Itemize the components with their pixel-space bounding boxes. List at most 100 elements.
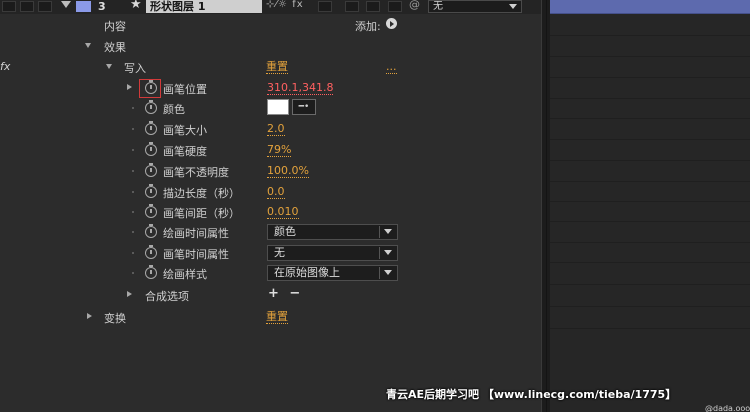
row-contents[interactable]: 内容 添加: [0,15,541,36]
frame-blend-switch[interactable] [388,1,402,12]
row-brush-size[interactable]: 画笔大小 2.0 [0,119,541,140]
brush-time-properties-label: 画笔时间属性 [163,248,229,261]
fx-icon[interactable]: fx [0,60,10,73]
add-menu-icon[interactable] [386,18,397,29]
add-label[interactable]: 添加: [355,18,381,34]
timeline-row-line [550,118,750,119]
stopwatch-icon[interactable] [145,121,157,135]
layer-number: 3 [98,0,106,13]
stopwatch-icon[interactable] [145,142,157,156]
reset-link[interactable]: 重置 [266,310,288,324]
stopwatch-icon[interactable] [145,100,157,114]
solo-toggle[interactable] [38,1,52,12]
layer-row[interactable]: 3 ★ 形状图层 1 ⊹⁄☼ fx @ 无 [0,0,541,14]
chevron-down-icon [384,229,392,234]
brush-position-value[interactable]: 310.1,341.8 [267,81,334,95]
timeline-row-line [550,35,750,36]
timeline-row-line [550,139,750,140]
timeline-row-line [550,77,750,78]
dropdown-value: 颜色 [274,225,296,238]
stopwatch-icon[interactable] [145,163,157,177]
stopwatch-icon[interactable] [145,265,157,279]
brush-hardness-label: 画笔硬度 [163,145,207,158]
divider-line [546,0,547,412]
layer-expand-arrow-icon[interactable] [61,1,71,8]
stopwatch-icon[interactable] [145,245,157,259]
layer-switches[interactable]: ⊹⁄☼ fx [266,0,304,10]
paint-time-properties-dropdown[interactable]: 颜色 [267,224,398,240]
timeline-row-line [550,181,750,182]
row-write-on[interactable]: fx 写入 重置 ... [0,57,541,78]
eyedropper-icon[interactable]: ━• [292,99,316,115]
video-toggle[interactable] [2,1,16,12]
paint-time-properties-label: 绘画时间属性 [163,227,229,240]
timeline-row-line [550,56,750,57]
layer-duration-bar[interactable] [550,0,750,14]
row-compositing-options[interactable]: 合成选项 + − [0,285,541,306]
audio-toggle[interactable] [20,1,34,12]
brush-opacity-value[interactable]: 100.0% [267,164,309,178]
dot-marker [132,128,134,130]
row-transform[interactable]: 变换 重置 [0,307,541,328]
dot-marker [132,211,134,213]
row-paint-time-properties[interactable]: 绘画时间属性 颜色 [0,222,541,243]
expand-arrow-icon[interactable] [127,291,132,297]
timeline-area[interactable] [550,0,750,412]
dropdown-value: 在原始图像上 [274,266,340,279]
brush-spacing-value[interactable]: 0.010 [267,205,299,219]
parent-pickwhip-icon[interactable]: @ [409,0,420,11]
color-label: 颜色 [163,103,185,116]
transform-label: 变换 [104,312,126,325]
adjustment-switch[interactable] [345,1,359,12]
chevron-down-icon [384,250,392,255]
corner-credit: @dada.oooo [705,404,750,412]
dot-marker [132,107,134,109]
timeline-row-line [550,160,750,161]
add-remove-mask-icon[interactable]: + − [268,286,303,301]
watermark-text: 青云AE后期学习吧 【www.linecg.com/tieba/1775】 [386,388,677,401]
layer-label-color[interactable] [76,1,91,12]
contents-label: 内容 [104,20,126,33]
shape-layer-star-icon: ★ [130,0,142,12]
brush-time-properties-dropdown[interactable]: 无 [267,245,398,261]
parent-dropdown-value: 无 [433,1,443,12]
dot-marker [132,170,134,172]
row-stroke-length[interactable]: 描边长度（秒） 0.0 [0,182,541,203]
dropdown-separator [379,226,380,238]
color-swatch[interactable] [267,99,289,115]
expand-arrow-icon[interactable] [87,313,92,319]
effect-options-link[interactable]: ... [386,60,397,74]
row-brush-spacing[interactable]: 画笔间距（秒） 0.010 [0,202,541,223]
parent-dropdown[interactable]: 无 [428,0,522,13]
write-on-label: 写入 [124,62,146,75]
dot-marker [132,272,134,274]
expand-arrow-icon[interactable] [127,84,132,90]
stopwatch-icon[interactable] [145,184,157,198]
stopwatch-icon[interactable] [145,80,157,94]
reset-link[interactable]: 重置 [266,60,288,74]
dropdown-separator [379,247,380,259]
layer-name[interactable]: 形状图层 1 [146,0,262,13]
stopwatch-icon[interactable] [145,224,157,238]
3d-layer-switch[interactable] [366,1,380,12]
row-effects[interactable]: 效果 [0,36,541,57]
paint-style-dropdown[interactable]: 在原始图像上 [267,265,398,281]
row-brush-opacity[interactable]: 画笔不透明度 100.0% [0,161,541,182]
panel-divider[interactable] [541,0,550,412]
brush-opacity-label: 画笔不透明度 [163,166,229,179]
stopwatch-icon[interactable] [145,204,157,218]
collapse-arrow-icon[interactable] [85,43,91,48]
timeline-row-line [550,262,750,263]
chevron-down-icon [509,4,517,9]
row-color[interactable]: 颜色 ━• [0,98,541,119]
row-brush-position[interactable]: 画笔位置 310.1,341.8 [0,78,541,99]
row-brush-time-properties[interactable]: 画笔时间属性 无 [0,243,541,264]
row-brush-hardness[interactable]: 画笔硬度 79% [0,140,541,161]
stroke-length-value[interactable]: 0.0 [267,185,285,199]
brush-hardness-value[interactable]: 79% [267,143,292,157]
brush-spacing-label: 画笔间距（秒） [163,207,240,220]
row-paint-style[interactable]: 绘画样式 在原始图像上 [0,263,541,284]
brush-size-value[interactable]: 2.0 [267,122,285,136]
motion-blur-switch[interactable] [318,1,332,12]
collapse-arrow-icon[interactable] [106,64,112,69]
